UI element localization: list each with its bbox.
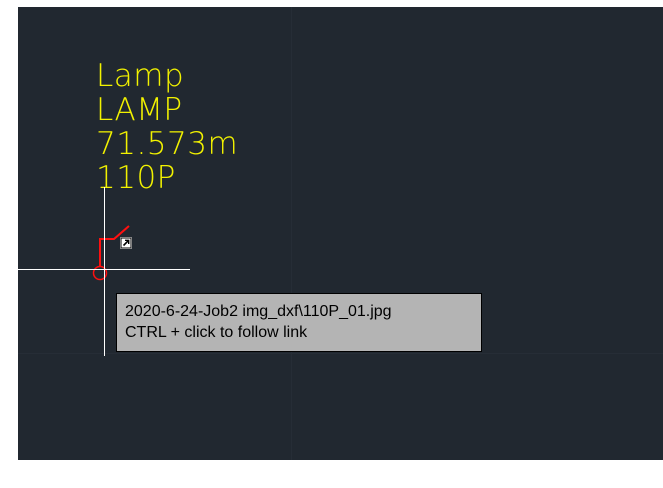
entity-label-name[interactable]: Lamp (96, 61, 184, 92)
grid-line (291, 7, 292, 460)
tooltip-hint: CTRL + click to follow link (125, 324, 308, 341)
lamp-marker[interactable] (84, 217, 144, 287)
entity-label-elevation[interactable]: 71.573m (96, 129, 238, 160)
hyperlink-icon[interactable] (120, 237, 132, 249)
drawing-viewport[interactable]: Lamp LAMP 71.573m 110P (18, 7, 663, 460)
entity-label-type[interactable]: LAMP (96, 95, 183, 126)
grid-line (18, 353, 663, 354)
entity-label-id[interactable]: 110P (96, 163, 176, 194)
crosshair-vertical (104, 187, 105, 356)
tooltip-link-path: 2020-6-24-Job2 img_dxf\110P_01.jpg (125, 303, 392, 320)
hyperlink-tooltip: 2020-6-24-Job2 img_dxf\110P_01.jpg CTRL … (116, 293, 482, 352)
